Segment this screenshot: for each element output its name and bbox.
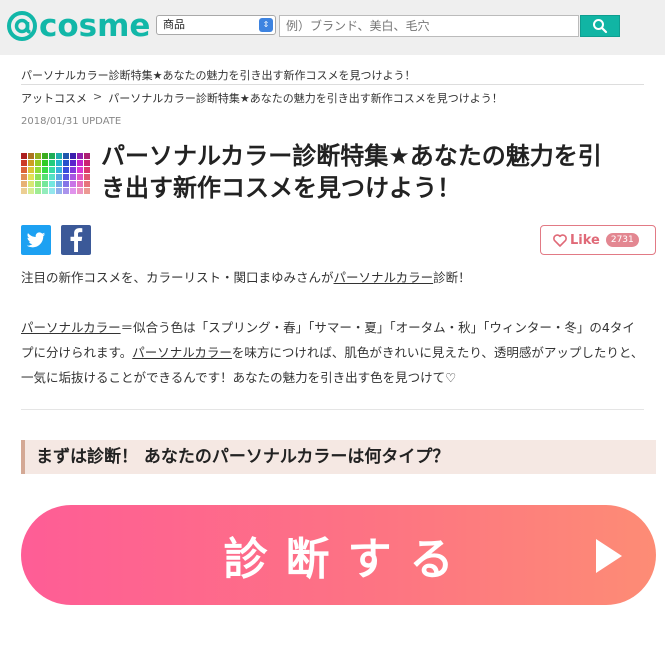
description-paragraph: パーソナルカラー＝似合う色は「スプリング・春」「サマー・夏」「オータム・秋」「ウ… [21,315,645,390]
cosme-logo[interactable]: cosme [6,8,150,44]
personal-color-link[interactable]: パーソナルカラー [334,270,434,285]
search-category-select[interactable]: 商品 ⇕ [156,15,276,35]
like-button[interactable]: Like 2731 [540,225,656,255]
diagnose-button[interactable]: 診断する [21,505,656,605]
search-icon [593,19,608,34]
page-title-line1: パーソナルカラー診断特集★あなたの魅力を引 [101,142,602,170]
breadcrumb: アットコスメ > パーソナルカラー診断特集★あなたの魅力を引き出す新作コスメを見… [21,90,503,106]
personal-color-link-3[interactable]: パーソナルカラー [132,345,232,360]
facebook-icon [70,228,83,252]
diagnose-button-label: 診断する [223,534,472,585]
search-category-value: 商品 [163,18,185,31]
at-mark-icon [7,11,37,41]
heart-icon [553,233,567,247]
intro-text-before: 注目の新作コスメを、カラーリスト・関口まゆみさんが [21,270,334,285]
intro-text-after: 診断！ [433,270,471,285]
page-title-line2: き出す新作コスメを見つけよう！ [101,174,461,202]
divider [21,409,644,410]
intro-paragraph: 注目の新作コスメを、カラーリスト・関口まゆみさんがパーソナルカラー診断！ [21,269,471,287]
like-label: Like [570,232,600,248]
update-date: 2018/01/31 UPDATE [21,116,122,127]
chevron-updown-icon: ⇕ [259,18,273,32]
facebook-share-button[interactable] [61,225,91,255]
search-button[interactable] [580,15,620,37]
color-palette-icon [21,153,90,194]
page-title: パーソナルカラー診断特集★あなたの魅力を引 き出す新作コスメを見つけよう！ [101,140,651,204]
play-arrow-icon [596,539,622,573]
divider [21,84,644,85]
like-count-badge: 2731 [605,233,639,247]
breadcrumb-current: パーソナルカラー診断特集★あなたの魅力を引き出す新作コスメを見つけよう！ [108,92,503,105]
personal-color-link-2[interactable]: パーソナルカラー [21,320,121,335]
section-heading: まずは診断！ あなたのパーソナルカラーは何タイプ？ [21,440,656,474]
breadcrumb-separator: > [93,90,103,103]
twitter-share-button[interactable] [21,225,51,255]
lead-text: パーソナルカラー診断特集★あなたの魅力を引き出す新作コスメを見つけよう！ [21,69,416,82]
site-header: cosme 商品 ⇕ [0,0,665,55]
search-input[interactable] [279,15,579,37]
logo-text: cosme [39,8,151,44]
twitter-icon [26,231,46,247]
breadcrumb-home[interactable]: アットコスメ [21,90,87,106]
